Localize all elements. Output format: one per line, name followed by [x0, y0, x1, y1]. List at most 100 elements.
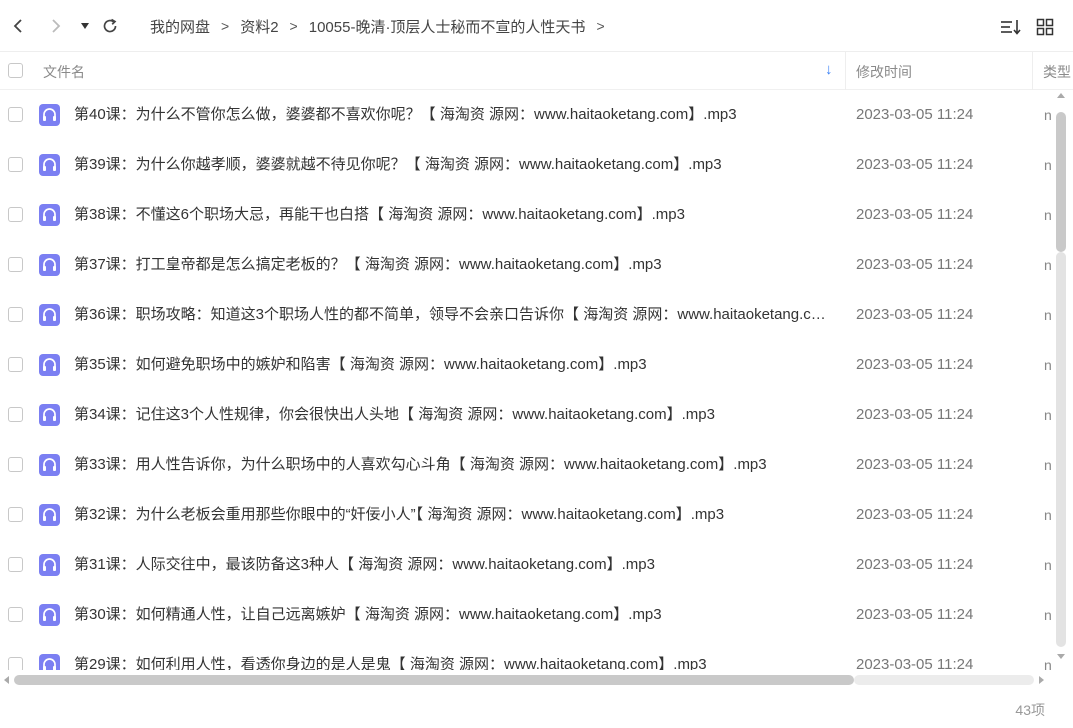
- audio-file-icon: [39, 554, 60, 576]
- file-modified-time: 2023-03-05 11:24: [856, 606, 974, 623]
- row-checkbox[interactable]: [8, 457, 23, 472]
- table-row[interactable]: 第31课：人际交往中，最该防备这3种人【 海淘资 源网：www.haitaoke…: [0, 540, 1053, 590]
- file-name[interactable]: 第35课：如何避免职场中的嫉妒和陷害【 海淘资 源网：www.haitaoket…: [74, 340, 834, 390]
- row-checkbox[interactable]: [8, 307, 23, 322]
- file-modified-time: 2023-03-05 11:24: [856, 106, 974, 123]
- table-row[interactable]: 第29课：如何利用人性，看透你身边的是人是鬼【 海淘资 源网：www.haita…: [0, 640, 1053, 670]
- file-name[interactable]: 第32课：为什么老板会重用那些你眼中的“奸佞小人”【 海淘资 源网：www.ha…: [74, 490, 834, 540]
- audio-file-icon: [39, 404, 60, 426]
- item-count: 43项: [1015, 702, 1045, 718]
- audio-file-icon: [39, 354, 60, 376]
- chevron-right-icon[interactable]: [44, 13, 68, 39]
- audio-file-icon: [39, 454, 60, 476]
- breadcrumb-item-current[interactable]: 10055-晚清·顶层人士秘而不宣的人性天书: [309, 16, 586, 37]
- file-type: n: [1044, 557, 1052, 573]
- refresh-icon[interactable]: [98, 13, 122, 39]
- table-row[interactable]: 第30课：如何精通人性，让自己远离嫉妒【 海淘资 源网：www.haitaoke…: [0, 590, 1053, 640]
- file-name[interactable]: 第39课：为什么你越孝顺，婆婆就越不待见你呢？【 海淘资 源网：www.hait…: [74, 140, 834, 190]
- chevron-left-icon[interactable]: [6, 13, 30, 39]
- file-type: n: [1044, 157, 1052, 173]
- row-checkbox[interactable]: [8, 157, 23, 172]
- table-row[interactable]: 第37课：打工皇帝都是怎么搞定老板的？【 海淘资 源网：www.haitaoke…: [0, 240, 1053, 290]
- scroll-left-icon: [4, 676, 9, 684]
- breadcrumb-item-folder[interactable]: 资料2: [240, 16, 278, 37]
- file-type: n: [1044, 257, 1052, 273]
- horizontal-scrollbar[interactable]: [0, 671, 1052, 687]
- caret-down-icon[interactable]: [73, 13, 97, 39]
- file-name[interactable]: 第29课：如何利用人性，看透你身边的是人是鬼【 海淘资 源网：www.haita…: [74, 640, 834, 670]
- breadcrumb-separator: >: [289, 18, 298, 34]
- table-row[interactable]: 第33课：用人性告诉你，为什么职场中的人喜欢勾心斗角【 海淘资 源网：www.h…: [0, 440, 1053, 490]
- select-all-checkbox[interactable]: [8, 63, 23, 78]
- file-type: n: [1044, 107, 1052, 123]
- file-modified-time: 2023-03-05 11:24: [856, 506, 974, 523]
- horizontal-scroll-track[interactable]: [854, 675, 1034, 685]
- breadcrumb: 我的网盘 > 资料2 > 10055-晚清·顶层人士秘而不宣的人性天书 >: [150, 0, 616, 52]
- file-name[interactable]: 第33课：用人性告诉你，为什么职场中的人喜欢勾心斗角【 海淘资 源网：www.h…: [74, 440, 834, 490]
- scroll-down-icon: [1057, 654, 1065, 659]
- breadcrumb-separator: >: [221, 18, 230, 34]
- file-type: n: [1044, 207, 1052, 223]
- column-header-name[interactable]: 文件名: [43, 62, 85, 82]
- row-checkbox[interactable]: [8, 407, 23, 422]
- horizontal-scroll-thumb[interactable]: [14, 675, 854, 685]
- sort-icon[interactable]: [998, 14, 1024, 40]
- table-row[interactable]: 第35课：如何避免职场中的嫉妒和陷害【 海淘资 源网：www.haitaoket…: [0, 340, 1053, 390]
- row-checkbox[interactable]: [8, 557, 23, 572]
- row-checkbox[interactable]: [8, 257, 23, 272]
- vertical-scroll-thumb[interactable]: [1056, 112, 1066, 252]
- file-type: n: [1044, 407, 1052, 423]
- file-list: 第40课：为什么不管你怎么做，婆婆都不喜欢你呢？【 海淘资 源网：www.hai…: [0, 90, 1053, 670]
- audio-file-icon: [39, 204, 60, 226]
- row-checkbox[interactable]: [8, 107, 23, 122]
- file-modified-time: 2023-03-05 11:24: [856, 206, 974, 223]
- file-name[interactable]: 第30课：如何精通人性，让自己远离嫉妒【 海淘资 源网：www.haitaoke…: [74, 590, 834, 640]
- breadcrumb-separator: >: [596, 18, 605, 34]
- toolbar: 我的网盘 > 资料2 > 10055-晚清·顶层人士秘而不宣的人性天书 >: [0, 0, 1073, 52]
- table-row[interactable]: 第39课：为什么你越孝顺，婆婆就越不待见你呢？【 海淘资 源网：www.hait…: [0, 140, 1053, 190]
- file-type: n: [1044, 357, 1052, 373]
- file-modified-time: 2023-03-05 11:24: [856, 456, 974, 473]
- scroll-right-icon: [1039, 676, 1044, 684]
- file-name[interactable]: 第31课：人际交往中，最该防备这3种人【 海淘资 源网：www.haitaoke…: [74, 540, 834, 590]
- audio-file-icon: [39, 254, 60, 276]
- file-name[interactable]: 第36课：职场攻略：知道这3个职场人性的都不简单，领导不会亲口告诉你【 海淘资 …: [74, 290, 834, 340]
- file-modified-time: 2023-03-05 11:24: [856, 406, 974, 423]
- vertical-scroll-track[interactable]: [1056, 252, 1066, 647]
- table-row[interactable]: 第32课：为什么老板会重用那些你眼中的“奸佞小人”【 海淘资 源网：www.ha…: [0, 490, 1053, 540]
- table-row[interactable]: 第36课：职场攻略：知道这3个职场人性的都不简单，领导不会亲口告诉你【 海淘资 …: [0, 290, 1053, 340]
- row-checkbox[interactable]: [8, 607, 23, 622]
- column-header-modified[interactable]: 修改时间: [856, 62, 912, 82]
- audio-file-icon: [39, 154, 60, 176]
- file-type: n: [1044, 457, 1052, 473]
- row-checkbox[interactable]: [8, 207, 23, 222]
- audio-file-icon: [39, 504, 60, 526]
- column-divider[interactable]: [845, 52, 846, 90]
- table-row[interactable]: 第40课：为什么不管你怎么做，婆婆都不喜欢你呢？【 海淘资 源网：www.hai…: [0, 90, 1053, 140]
- file-modified-time: 2023-03-05 11:24: [856, 256, 974, 273]
- audio-file-icon: [39, 654, 60, 670]
- sort-arrow-icon[interactable]: ↓: [825, 61, 833, 78]
- row-checkbox[interactable]: [8, 657, 23, 670]
- file-name[interactable]: 第34课：记住这3个人性规律，你会很快出人头地【 海淘资 源网：www.hait…: [74, 390, 834, 440]
- grid-view-icon[interactable]: [1032, 14, 1058, 40]
- scroll-up-icon: [1057, 93, 1065, 98]
- row-checkbox[interactable]: [8, 357, 23, 372]
- file-name[interactable]: 第37课：打工皇帝都是怎么搞定老板的？【 海淘资 源网：www.haitaoke…: [74, 240, 834, 290]
- file-name[interactable]: 第40课：为什么不管你怎么做，婆婆都不喜欢你呢？【 海淘资 源网：www.hai…: [74, 90, 834, 140]
- row-checkbox[interactable]: [8, 507, 23, 522]
- breadcrumb-item-my-drive[interactable]: 我的网盘: [150, 16, 210, 37]
- file-modified-time: 2023-03-05 11:24: [856, 156, 974, 173]
- table-row[interactable]: 第38课：不懂这6个职场大忌，再能干也白搭【 海淘资 源网：www.haitao…: [0, 190, 1053, 240]
- column-divider[interactable]: [1032, 52, 1033, 90]
- file-type: n: [1044, 307, 1052, 323]
- audio-file-icon: [39, 604, 60, 626]
- audio-file-icon: [39, 304, 60, 326]
- file-modified-time: 2023-03-05 11:24: [856, 656, 974, 670]
- file-type: n: [1044, 607, 1052, 623]
- file-modified-time: 2023-03-05 11:24: [856, 306, 974, 323]
- file-name[interactable]: 第38课：不懂这6个职场大忌，再能干也白搭【 海淘资 源网：www.haitao…: [74, 190, 834, 240]
- file-modified-time: 2023-03-05 11:24: [856, 556, 974, 573]
- column-header-type[interactable]: 类型: [1043, 62, 1071, 82]
- table-row[interactable]: 第34课：记住这3个人性规律，你会很快出人头地【 海淘资 源网：www.hait…: [0, 390, 1053, 440]
